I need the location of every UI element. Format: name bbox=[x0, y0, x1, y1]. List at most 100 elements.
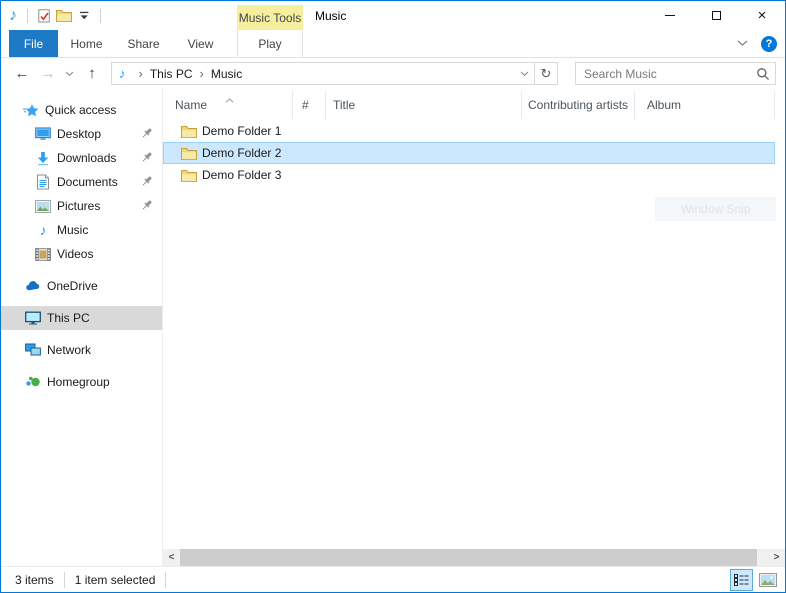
column-header-number[interactable]: # bbox=[293, 91, 326, 119]
customize-qat-button[interactable] bbox=[74, 5, 94, 27]
column-header-contributing-artists[interactable]: Contributing artists bbox=[522, 91, 635, 119]
properties-button[interactable] bbox=[34, 5, 54, 27]
horizontal-scrollbar[interactable]: < > bbox=[163, 549, 785, 566]
file-list-pane: Name # Title Contributing artists Album … bbox=[163, 89, 785, 566]
quick-access-toolbar: ♪ bbox=[9, 1, 107, 30]
close-icon: × bbox=[758, 8, 767, 23]
sidebar-label: Pictures bbox=[57, 199, 100, 213]
file-row-demo-folder-2[interactable]: Demo Folder 2 bbox=[163, 142, 775, 164]
quick-access-star-icon bbox=[23, 103, 39, 118]
pin-icon bbox=[140, 199, 153, 215]
sidebar-item-network[interactable]: Network bbox=[1, 338, 162, 362]
item-count: 3 items bbox=[15, 573, 54, 587]
this-pc-icon bbox=[25, 311, 41, 325]
sidebar-label: OneDrive bbox=[47, 279, 98, 293]
divider bbox=[27, 9, 28, 23]
details-view-button[interactable] bbox=[730, 569, 753, 591]
column-header-album[interactable]: Album bbox=[635, 91, 775, 119]
folder-icon bbox=[56, 9, 72, 22]
divider bbox=[64, 572, 65, 588]
breadcrumb-separator: › bbox=[200, 66, 204, 81]
file-name: Demo Folder 1 bbox=[202, 124, 281, 138]
content-area: Quick access Desktop Downloads bbox=[1, 89, 785, 566]
scroll-left-button[interactable]: < bbox=[163, 549, 180, 566]
tab-view[interactable]: View bbox=[172, 30, 229, 57]
pin-icon bbox=[140, 127, 153, 143]
folder-icon bbox=[181, 147, 197, 160]
sidebar-item-pictures[interactable]: Pictures bbox=[1, 194, 162, 218]
sidebar-item-desktop[interactable]: Desktop bbox=[1, 122, 162, 146]
forward-button[interactable]: → bbox=[35, 58, 61, 89]
sidebar-item-downloads[interactable]: Downloads bbox=[1, 146, 162, 170]
divider bbox=[165, 572, 166, 588]
downloads-icon bbox=[35, 151, 51, 166]
scroll-right-button[interactable]: > bbox=[768, 549, 785, 566]
breadcrumb-this-pc[interactable]: This PC bbox=[150, 67, 193, 81]
folder-icon bbox=[181, 169, 197, 182]
file-row-demo-folder-1[interactable]: Demo Folder 1 bbox=[163, 120, 775, 142]
tab-home[interactable]: Home bbox=[58, 30, 115, 57]
thumbnail-view-icon bbox=[759, 573, 777, 587]
back-icon: ← bbox=[15, 65, 30, 82]
breadcrumb-music[interactable]: Music bbox=[211, 67, 242, 81]
sidebar-item-homegroup[interactable]: Homegroup bbox=[1, 370, 162, 394]
recent-locations-button[interactable] bbox=[61, 58, 77, 89]
contextual-tab-music-tools[interactable]: Music Tools bbox=[237, 5, 303, 30]
file-row-demo-folder-3[interactable]: Demo Folder 3 bbox=[163, 164, 775, 186]
new-folder-button[interactable] bbox=[54, 5, 74, 27]
help-button[interactable]: ? bbox=[761, 36, 777, 52]
up-button[interactable]: ↑ bbox=[79, 58, 105, 89]
sort-ascending-icon bbox=[225, 92, 234, 106]
tab-file[interactable]: File bbox=[9, 30, 58, 57]
pictures-icon bbox=[35, 200, 51, 213]
forward-icon: → bbox=[41, 65, 56, 82]
minimize-button[interactable] bbox=[647, 1, 693, 30]
column-header-name[interactable]: Name bbox=[163, 91, 293, 119]
sidebar-item-music[interactable]: ♪ Music bbox=[1, 218, 162, 242]
breadcrumb-separator: › bbox=[139, 66, 143, 81]
sidebar-label: Network bbox=[47, 343, 91, 357]
music-note-app-icon: ♪ bbox=[9, 7, 17, 25]
sidebar-label: Music bbox=[57, 223, 88, 237]
large-icons-view-button[interactable] bbox=[756, 569, 779, 591]
sidebar-label: Desktop bbox=[57, 127, 101, 141]
file-name: Demo Folder 3 bbox=[202, 168, 281, 182]
sidebar-label: This PC bbox=[47, 311, 90, 325]
ribbon-tab-strip: File Home Share View Play ? bbox=[1, 30, 785, 58]
sidebar-item-quick-access[interactable]: Quick access bbox=[1, 98, 162, 122]
search-input[interactable] bbox=[576, 67, 751, 81]
view-toggle-buttons bbox=[730, 569, 779, 591]
status-bar: 3 items 1 item selected bbox=[1, 566, 785, 592]
homegroup-icon bbox=[25, 375, 41, 389]
folder-icon bbox=[181, 125, 197, 138]
tab-share[interactable]: Share bbox=[115, 30, 172, 57]
collapse-ribbon-button[interactable] bbox=[733, 35, 751, 53]
back-button[interactable]: ← bbox=[9, 58, 35, 89]
scrollbar-track[interactable] bbox=[757, 549, 768, 566]
sidebar-item-this-pc[interactable]: This PC bbox=[1, 306, 162, 330]
refresh-button[interactable]: ↻ bbox=[535, 66, 557, 82]
address-dropdown-button[interactable] bbox=[514, 71, 534, 77]
selection-count: 1 item selected bbox=[75, 573, 156, 587]
scrollbar-thumb[interactable] bbox=[180, 549, 757, 566]
search-icon[interactable] bbox=[751, 67, 775, 81]
chevron-down-icon bbox=[65, 71, 74, 77]
window-title: Music bbox=[315, 1, 346, 30]
file-rows: Demo Folder 1 Demo Folder 2 Demo Folder … bbox=[163, 120, 785, 186]
pin-icon bbox=[140, 151, 153, 167]
close-button[interactable]: × bbox=[739, 1, 785, 30]
sidebar-item-videos[interactable]: Videos bbox=[1, 242, 162, 266]
desktop-icon bbox=[35, 127, 51, 141]
sidebar-label: Videos bbox=[57, 247, 93, 261]
maximize-button[interactable] bbox=[693, 1, 739, 30]
column-header-title[interactable]: Title bbox=[326, 91, 522, 119]
sidebar-item-documents[interactable]: Documents bbox=[1, 170, 162, 194]
tab-play[interactable]: Play bbox=[237, 30, 303, 57]
title-bar[interactable]: ♪ Music Tools Music × bbox=[1, 1, 785, 30]
column-label: Title bbox=[333, 98, 355, 112]
explorer-window: ♪ Music Tools Music × File Home Share Vi… bbox=[0, 0, 786, 593]
videos-icon bbox=[35, 248, 51, 261]
address-bar[interactable]: ♪ › This PC › Music ↻ bbox=[111, 62, 558, 85]
search-box bbox=[575, 62, 776, 85]
sidebar-item-onedrive[interactable]: OneDrive bbox=[1, 274, 162, 298]
